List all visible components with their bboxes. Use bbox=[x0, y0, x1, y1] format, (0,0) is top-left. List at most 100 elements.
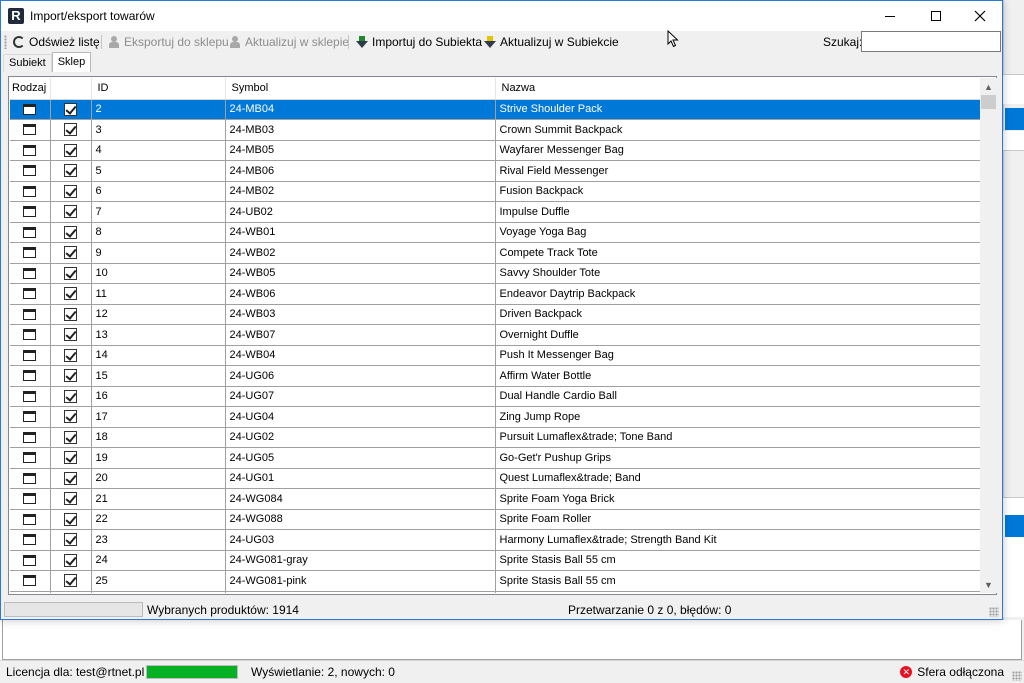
row-checkbox[interactable] bbox=[64, 348, 77, 362]
table-row[interactable]: 12 24-WB03 Driven Backpack bbox=[10, 304, 980, 325]
row-checkbox[interactable] bbox=[64, 307, 77, 321]
minimize-button[interactable] bbox=[867, 1, 913, 31]
table-row[interactable]: 16 24-UG07 Dual Handle Cardio Ball bbox=[10, 386, 980, 407]
tab-strip: Subiekt Sklep bbox=[3, 52, 92, 72]
table-row[interactable]: 14 24-WB04 Push It Messenger Bag bbox=[10, 345, 980, 366]
row-checkbox[interactable] bbox=[64, 451, 77, 465]
scroll-thumb[interactable] bbox=[981, 95, 996, 109]
row-name-cell: Push It Messenger Bag bbox=[495, 345, 980, 366]
row-checkbox[interactable] bbox=[64, 266, 77, 280]
row-symbol-cell: 24-WB07 bbox=[225, 324, 496, 346]
table-row[interactable]: 9 24-WB02 Compete Track Tote bbox=[10, 242, 980, 264]
row-checkbox[interactable] bbox=[64, 512, 77, 526]
table-row[interactable]: 18 24-UG02 Pursuit Lumaflex&trade; Tone Ba… bbox=[10, 427, 980, 448]
row-checkbox[interactable] bbox=[64, 430, 77, 444]
row-checkbox[interactable] bbox=[64, 410, 77, 424]
row-select-cell bbox=[50, 365, 92, 387]
row-checkbox[interactable] bbox=[64, 492, 77, 506]
row-checkbox[interactable] bbox=[64, 369, 77, 383]
table-row[interactable]: 25 24-WG081-pink Sprite Stasis Ball 55 cm bbox=[10, 570, 980, 592]
product-type-icon bbox=[23, 390, 37, 402]
row-checkbox[interactable] bbox=[64, 225, 77, 239]
table-row[interactable]: 3 24-MB03 Crown Summit Backpack bbox=[10, 119, 980, 141]
update-in-shop-button[interactable]: Aktualizuj w sklepie bbox=[229, 33, 349, 51]
row-checkbox[interactable] bbox=[64, 102, 77, 116]
tab-subiekt[interactable]: Subiekt bbox=[3, 54, 52, 72]
resize-grip-icon[interactable] bbox=[1012, 671, 1022, 681]
maximize-button[interactable] bbox=[913, 1, 959, 31]
row-name-cell: Pursuit Lumaflex&trade; Tone Band bbox=[495, 427, 980, 448]
row-name-cell: Sprite Stasis Ball 55 cm bbox=[495, 570, 980, 592]
table-row[interactable]: 20 24-UG01 Quest Lumaflex&trade; Band bbox=[10, 468, 980, 489]
row-checkbox[interactable] bbox=[64, 533, 77, 547]
tab-sklep[interactable]: Sklep bbox=[51, 52, 92, 72]
row-symbol-cell: 24-WG081-pink bbox=[225, 570, 496, 592]
table-row[interactable]: 23 24-UG03 Harmony Lumaflex&trade; Strengt… bbox=[10, 529, 980, 551]
table-row[interactable]: 11 24-WB06 Endeavor Daytrip Backpack bbox=[10, 283, 980, 305]
toolbar-grip-icon[interactable] bbox=[4, 35, 7, 49]
table-row[interactable]: 2 24-MB04 Strive Shoulder Pack bbox=[10, 99, 980, 120]
table-row[interactable]: 7 24-UB02 Impulse Duffle bbox=[10, 201, 980, 223]
scroll-down-icon[interactable]: ▼ bbox=[980, 576, 997, 593]
table-row[interactable]: 15 24-UG06 Affirm Water Bottle bbox=[10, 365, 980, 387]
row-checkbox[interactable] bbox=[64, 143, 77, 157]
table-row[interactable]: 24 24-WG081-gray Sprite Stasis Ball 55 cm bbox=[10, 550, 980, 571]
refresh-button[interactable]: Odśwież listę bbox=[13, 33, 100, 51]
row-type-cell bbox=[10, 201, 51, 223]
row-id-cell: 19 bbox=[91, 447, 226, 469]
row-checkbox[interactable] bbox=[64, 287, 77, 301]
scroll-up-icon[interactable]: ▲ bbox=[980, 78, 997, 95]
table-row[interactable]: 13 24-WB07 Overnight Duffle bbox=[10, 324, 980, 346]
search-input[interactable] bbox=[861, 31, 1001, 52]
refresh-label: Odśwież listę bbox=[29, 35, 100, 49]
row-symbol-cell: 24-UG07 bbox=[225, 386, 496, 407]
column-header-rodzaj[interactable]: Rodzaj bbox=[10, 78, 51, 100]
export-to-shop-button[interactable]: Eksportuj do sklepu bbox=[108, 33, 229, 51]
products-table: Rodzaj ID Symbol Nazwa 2 24-MB04 Strive Sh… bbox=[10, 78, 980, 593]
row-name-cell: Crown Summit Backpack bbox=[495, 119, 980, 141]
close-button[interactable] bbox=[957, 1, 1003, 31]
row-checkbox[interactable] bbox=[64, 574, 77, 588]
row-checkbox[interactable] bbox=[64, 389, 77, 403]
row-symbol-cell: 24-WB02 bbox=[225, 242, 496, 264]
row-checkbox[interactable] bbox=[64, 205, 77, 219]
table-row[interactable]: 4 24-MB05 Wayfarer Messenger Bag bbox=[10, 140, 980, 161]
table-row[interactable] bbox=[10, 591, 980, 593]
import-export-dialog: R Import/eksport towarów Odśwież listę E… bbox=[0, 0, 1003, 620]
table-row[interactable]: 8 24-WB01 Voyage Yoga Bag bbox=[10, 222, 980, 243]
column-header-symbol[interactable]: Symbol bbox=[225, 78, 496, 100]
row-select-cell bbox=[50, 242, 92, 264]
table-row[interactable]: 21 24-WG084 Sprite Foam Yoga Brick bbox=[10, 488, 980, 510]
dialog-resize-grip-icon[interactable] bbox=[989, 607, 999, 617]
row-checkbox[interactable] bbox=[64, 246, 77, 260]
column-header-nazwa[interactable]: Nazwa bbox=[495, 78, 980, 100]
row-checkbox[interactable] bbox=[64, 553, 77, 567]
product-type-icon bbox=[23, 185, 37, 197]
row-checkbox[interactable] bbox=[64, 184, 77, 198]
table-row[interactable]: 19 24-UG05 Go-Get'r Pushup Grips bbox=[10, 447, 980, 469]
table-row[interactable]: 5 24-MB06 Rival Field Messenger bbox=[10, 160, 980, 182]
column-header-id[interactable]: ID bbox=[91, 78, 226, 100]
table-row[interactable]: 6 24-MB02 Fusion Backpack bbox=[10, 181, 980, 202]
row-checkbox[interactable] bbox=[64, 328, 77, 342]
title-bar[interactable]: R Import/eksport towarów bbox=[1, 1, 1002, 31]
table-row[interactable]: 22 24-WG088 Sprite Foam Roller bbox=[10, 509, 980, 530]
minimize-icon bbox=[885, 15, 895, 17]
table-row[interactable]: 17 24-UG04 Zing Jump Rope bbox=[10, 406, 980, 428]
products-grid: Rodzaj ID Symbol Nazwa 2 24-MB04 Strive Sh… bbox=[8, 76, 997, 595]
update-in-subiekt-button[interactable]: Aktualizuj w Subiekcie bbox=[484, 33, 619, 51]
sphere-status[interactable]: ✕ Sfera odłączona bbox=[900, 665, 1004, 679]
row-checkbox[interactable] bbox=[64, 164, 77, 178]
column-header-check[interactable] bbox=[50, 78, 92, 100]
vertical-scrollbar[interactable]: ▲ ▼ bbox=[980, 78, 997, 593]
row-checkbox[interactable] bbox=[64, 471, 77, 485]
row-name-cell: Endeavor Daytrip Backpack bbox=[495, 283, 980, 305]
row-type-cell bbox=[10, 550, 51, 571]
row-type-cell bbox=[10, 283, 51, 305]
import-to-subiekt-button[interactable]: Importuj do Subiekta bbox=[356, 33, 482, 51]
table-row[interactable]: 10 24-WB05 Savvy Shoulder Tote bbox=[10, 263, 980, 284]
row-select-cell bbox=[50, 160, 92, 182]
row-checkbox[interactable] bbox=[64, 123, 77, 137]
row-name-cell: Sprite Foam Roller bbox=[495, 509, 980, 530]
grid-body: 2 24-MB04 Strive Shoulder Pack 3 24-MB03 Crow… bbox=[10, 99, 980, 593]
